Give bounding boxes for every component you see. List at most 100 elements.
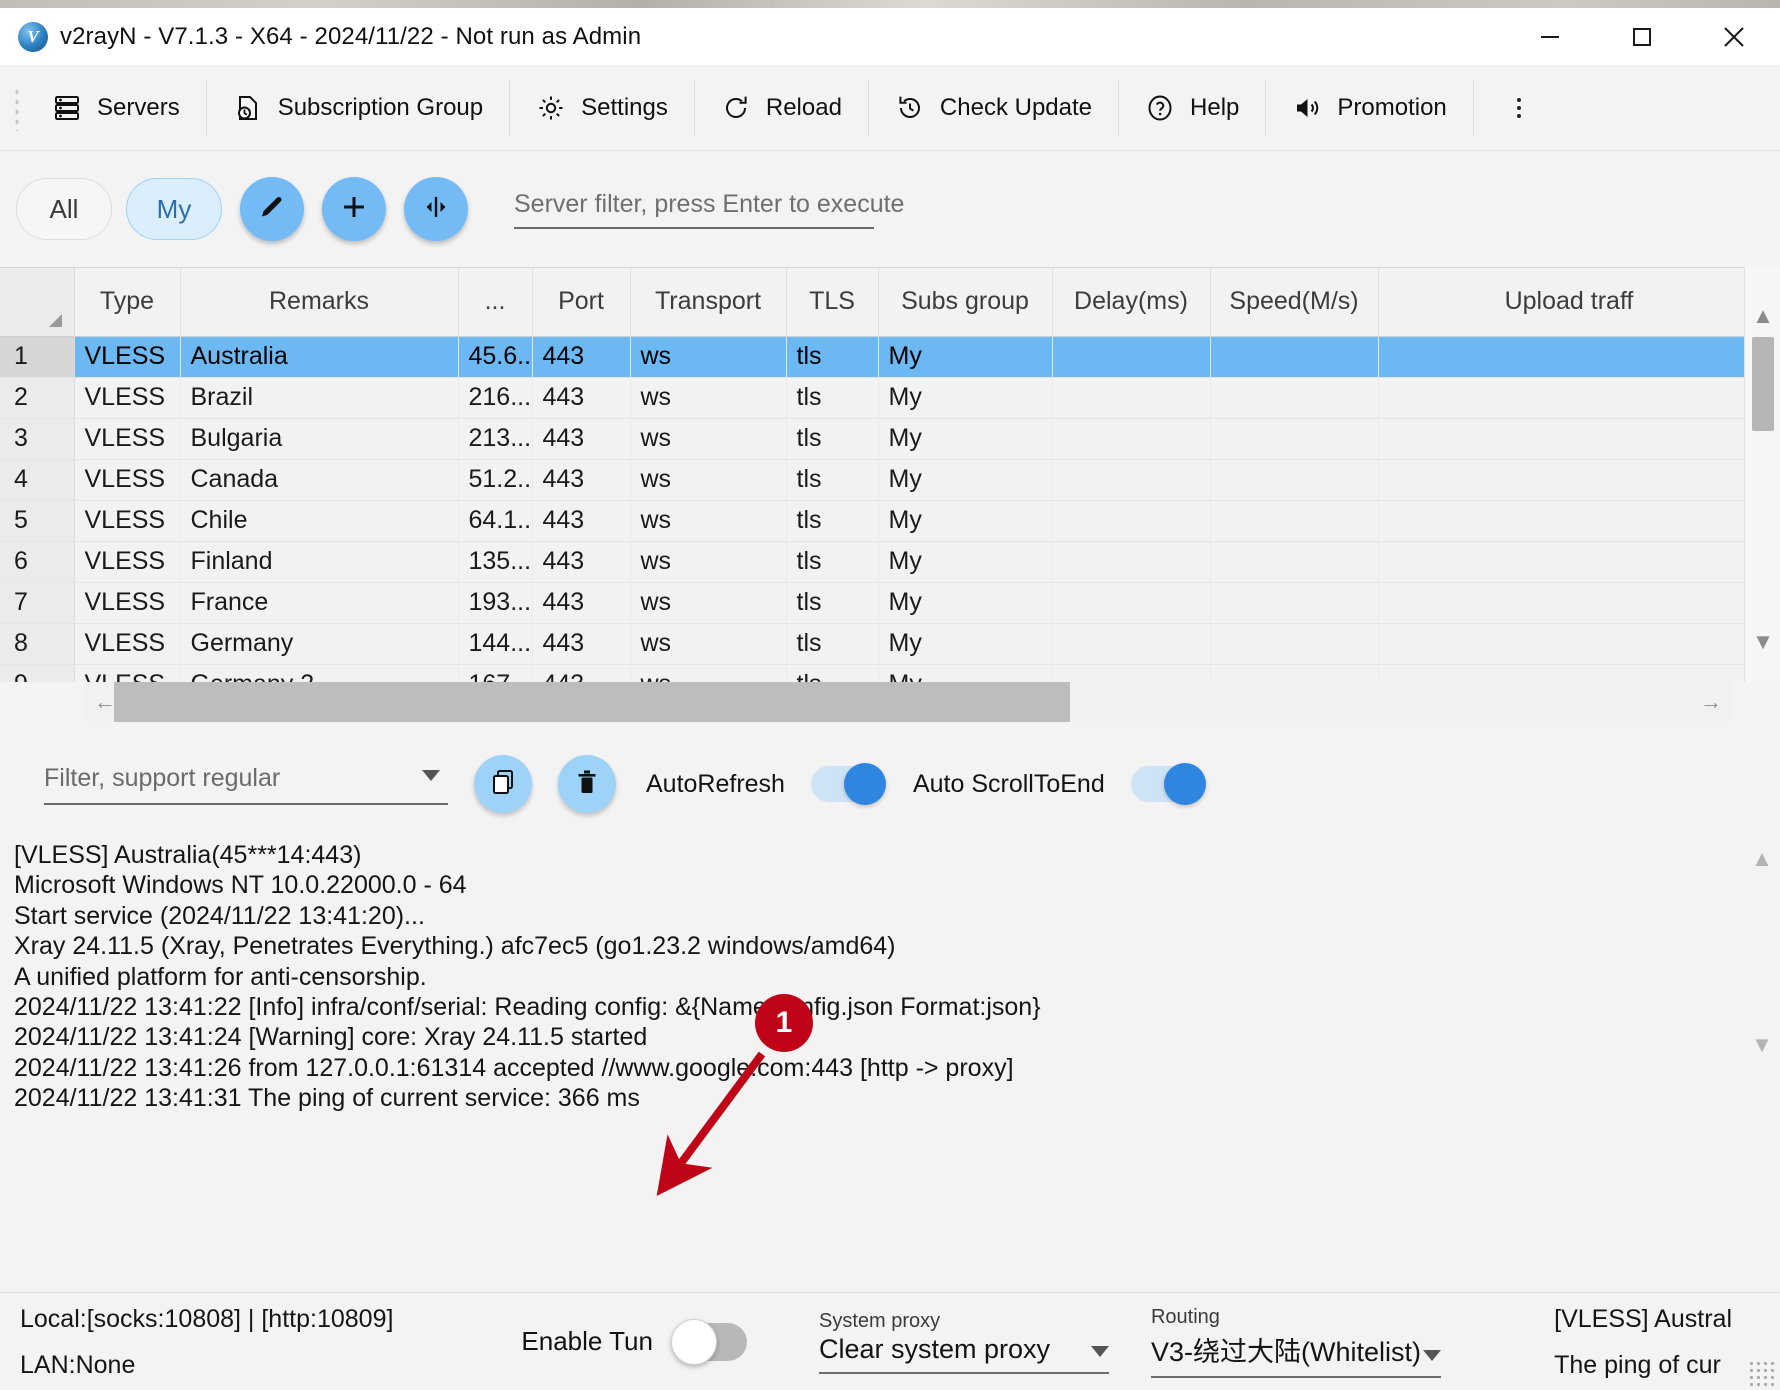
routing-select[interactable]: Routing V3-绕过大陆(Whitelist) xyxy=(1150,1306,1441,1378)
log-output[interactable]: [VLESS] Australia(45***14:443) Microsoft … xyxy=(0,828,1780,1292)
table-cell: VLESS xyxy=(74,500,181,542)
autorefresh-toggle[interactable] xyxy=(810,763,886,805)
chevron-down-icon[interactable] xyxy=(1090,1345,1109,1357)
scroll-up-icon[interactable]: ▲ xyxy=(1745,299,1780,333)
server-filter-input[interactable]: Server filter, press Enter to execute xyxy=(514,190,904,229)
column-header-type[interactable]: Type xyxy=(74,268,181,337)
close-button[interactable] xyxy=(1688,8,1780,65)
plus-icon xyxy=(339,192,369,227)
table-cell: Germany xyxy=(180,623,459,665)
chevron-down-icon[interactable] xyxy=(1422,1349,1441,1361)
table-cell xyxy=(1210,623,1379,665)
table-cell xyxy=(1378,500,1761,542)
table-cell: tls xyxy=(786,336,879,378)
window-resize-grip[interactable] xyxy=(1748,1360,1774,1386)
toolbar-overflow-button[interactable] xyxy=(1502,91,1536,125)
column-header-remarks[interactable]: Remarks xyxy=(180,268,459,337)
table-scroll-thumb[interactable] xyxy=(1752,337,1774,431)
enable-tun-toggle[interactable] xyxy=(670,1318,747,1365)
menu-label-settings: Settings xyxy=(581,94,668,121)
column-header-upload[interactable]: Upload traff xyxy=(1378,268,1761,337)
table-row[interactable]: 1 VLESS Australia 45.6... 443 ws tls My xyxy=(0,336,1761,378)
menu-item-promotion[interactable]: Promotion xyxy=(1266,66,1472,151)
table-hscroll-thumb[interactable] xyxy=(114,682,1070,722)
table-horizontal-scrollbar[interactable]: ← → xyxy=(84,682,1732,722)
column-header-transport[interactable]: Transport xyxy=(630,268,787,337)
table-cell: 135.... xyxy=(458,541,533,583)
table-cell: ws xyxy=(630,541,787,583)
row-index-cell: 3 xyxy=(0,418,75,460)
table-row[interactable]: 3 VLESS Bulgaria 213.... 443 ws tls My xyxy=(0,418,1761,460)
menu-item-settings[interactable]: Settings xyxy=(510,66,694,151)
minimize-button[interactable] xyxy=(1504,8,1596,65)
add-server-button[interactable] xyxy=(322,177,386,241)
table-cell: tls xyxy=(786,459,879,501)
filter-tab-all-label: All xyxy=(49,193,79,224)
copy-log-button[interactable] xyxy=(474,755,532,813)
table-header-row: Type Remarks ... Port Transport TLS Subs… xyxy=(0,268,1761,337)
table-row[interactable]: 2 VLESS Brazil 216.... 443 ws tls My xyxy=(0,377,1761,419)
scroll-down-icon[interactable]: ▼ xyxy=(1745,625,1780,659)
column-header-subs-group[interactable]: Subs group xyxy=(878,268,1053,337)
table-select-all-corner[interactable] xyxy=(0,268,75,337)
table-cell xyxy=(1052,459,1211,501)
table-cell: 213.... xyxy=(458,418,533,460)
clear-log-button[interactable] xyxy=(558,755,616,813)
menu-item-reload[interactable]: Reload xyxy=(695,66,868,151)
table-cell: My xyxy=(878,377,1053,419)
column-header-port[interactable]: Port xyxy=(532,268,631,337)
hscroll-right-cap xyxy=(1732,682,1780,722)
toolbar-drag-grip[interactable] xyxy=(10,85,26,131)
log-scroll-up-icon[interactable]: ▲ xyxy=(1744,842,1780,876)
table-vertical-scrollbar[interactable]: ▲ ▼ xyxy=(1744,267,1780,691)
menu-item-check-update[interactable]: Check Update xyxy=(869,66,1118,151)
log-filter-input[interactable]: Filter, support regular xyxy=(44,764,448,805)
log-line: A unified platform for anti-censorship. xyxy=(14,962,427,991)
table-cell: tls xyxy=(786,418,879,460)
table-cell: 443 xyxy=(532,377,631,419)
column-header-delay[interactable]: Delay(ms) xyxy=(1052,268,1211,337)
autoscroll-toggle[interactable] xyxy=(1130,763,1206,805)
system-proxy-select[interactable]: System proxy Clear system proxy xyxy=(818,1310,1109,1374)
table-cell: My xyxy=(878,541,1053,583)
speedtest-button[interactable] xyxy=(404,177,468,241)
autorefresh-label: AutoRefresh xyxy=(646,769,785,798)
filter-tab-my[interactable]: My xyxy=(126,178,222,240)
log-line: [VLESS] Australia(45***14:443) xyxy=(14,841,362,869)
maximize-button[interactable] xyxy=(1596,8,1688,65)
table-cell: VLESS xyxy=(74,336,181,378)
routing-value: V3-绕过大陆(Whitelist) xyxy=(1150,1336,1421,1367)
menu-item-subscription-group[interactable]: Subscription Group xyxy=(207,66,509,151)
column-header-speed[interactable]: Speed(M/s) xyxy=(1210,268,1379,337)
reload-icon xyxy=(721,93,751,123)
column-header-address[interactable]: ... xyxy=(458,268,533,337)
chevron-down-icon[interactable] xyxy=(422,769,440,781)
table-row[interactable]: 4 VLESS Canada 51.2... 443 ws tls My xyxy=(0,459,1761,501)
log-vertical-scrollbar[interactable]: ▲ ▼ xyxy=(1744,836,1780,1288)
row-index-cell: 2 xyxy=(0,377,75,419)
table-row[interactable]: 6 VLESS Finland 135.... 443 ws tls My xyxy=(0,541,1761,583)
table-cell: Australia xyxy=(180,336,459,378)
table-row[interactable]: 7 VLESS France 193.... 443 ws tls My xyxy=(0,582,1761,624)
dot xyxy=(1516,106,1521,110)
main-toolbar: Servers Subscription Group Settings Relo… xyxy=(0,66,1780,151)
table-cell xyxy=(1378,377,1761,419)
menu-item-help[interactable]: Help xyxy=(1119,66,1265,151)
filter-tab-all[interactable]: All xyxy=(16,178,112,240)
table-cell: ws xyxy=(630,377,787,419)
v2rayn-window: V v2rayN - V7.1.3 - X64 - 2024/11/22 - N… xyxy=(0,0,1780,1390)
scroll-right-icon[interactable]: → xyxy=(1690,682,1732,722)
menu-item-servers[interactable]: Servers xyxy=(26,66,206,151)
table-cell: 45.6... xyxy=(458,336,533,378)
column-header-tls[interactable]: TLS xyxy=(786,268,879,337)
row-index-cell: 7 xyxy=(0,582,75,624)
table-cell xyxy=(1052,336,1211,378)
table-cell: France xyxy=(180,582,459,624)
table-cell xyxy=(1052,582,1211,624)
log-scroll-down-icon[interactable]: ▼ xyxy=(1744,1028,1780,1062)
table-cell: My xyxy=(878,623,1053,665)
log-line: Start service (2024/11/22 13:41:20)... xyxy=(14,901,425,930)
table-row[interactable]: 5 VLESS Chile 64.1... 443 ws tls My xyxy=(0,500,1761,542)
table-row[interactable]: 8 VLESS Germany 144.... 443 ws tls My xyxy=(0,623,1761,665)
edit-server-button[interactable] xyxy=(240,177,304,241)
